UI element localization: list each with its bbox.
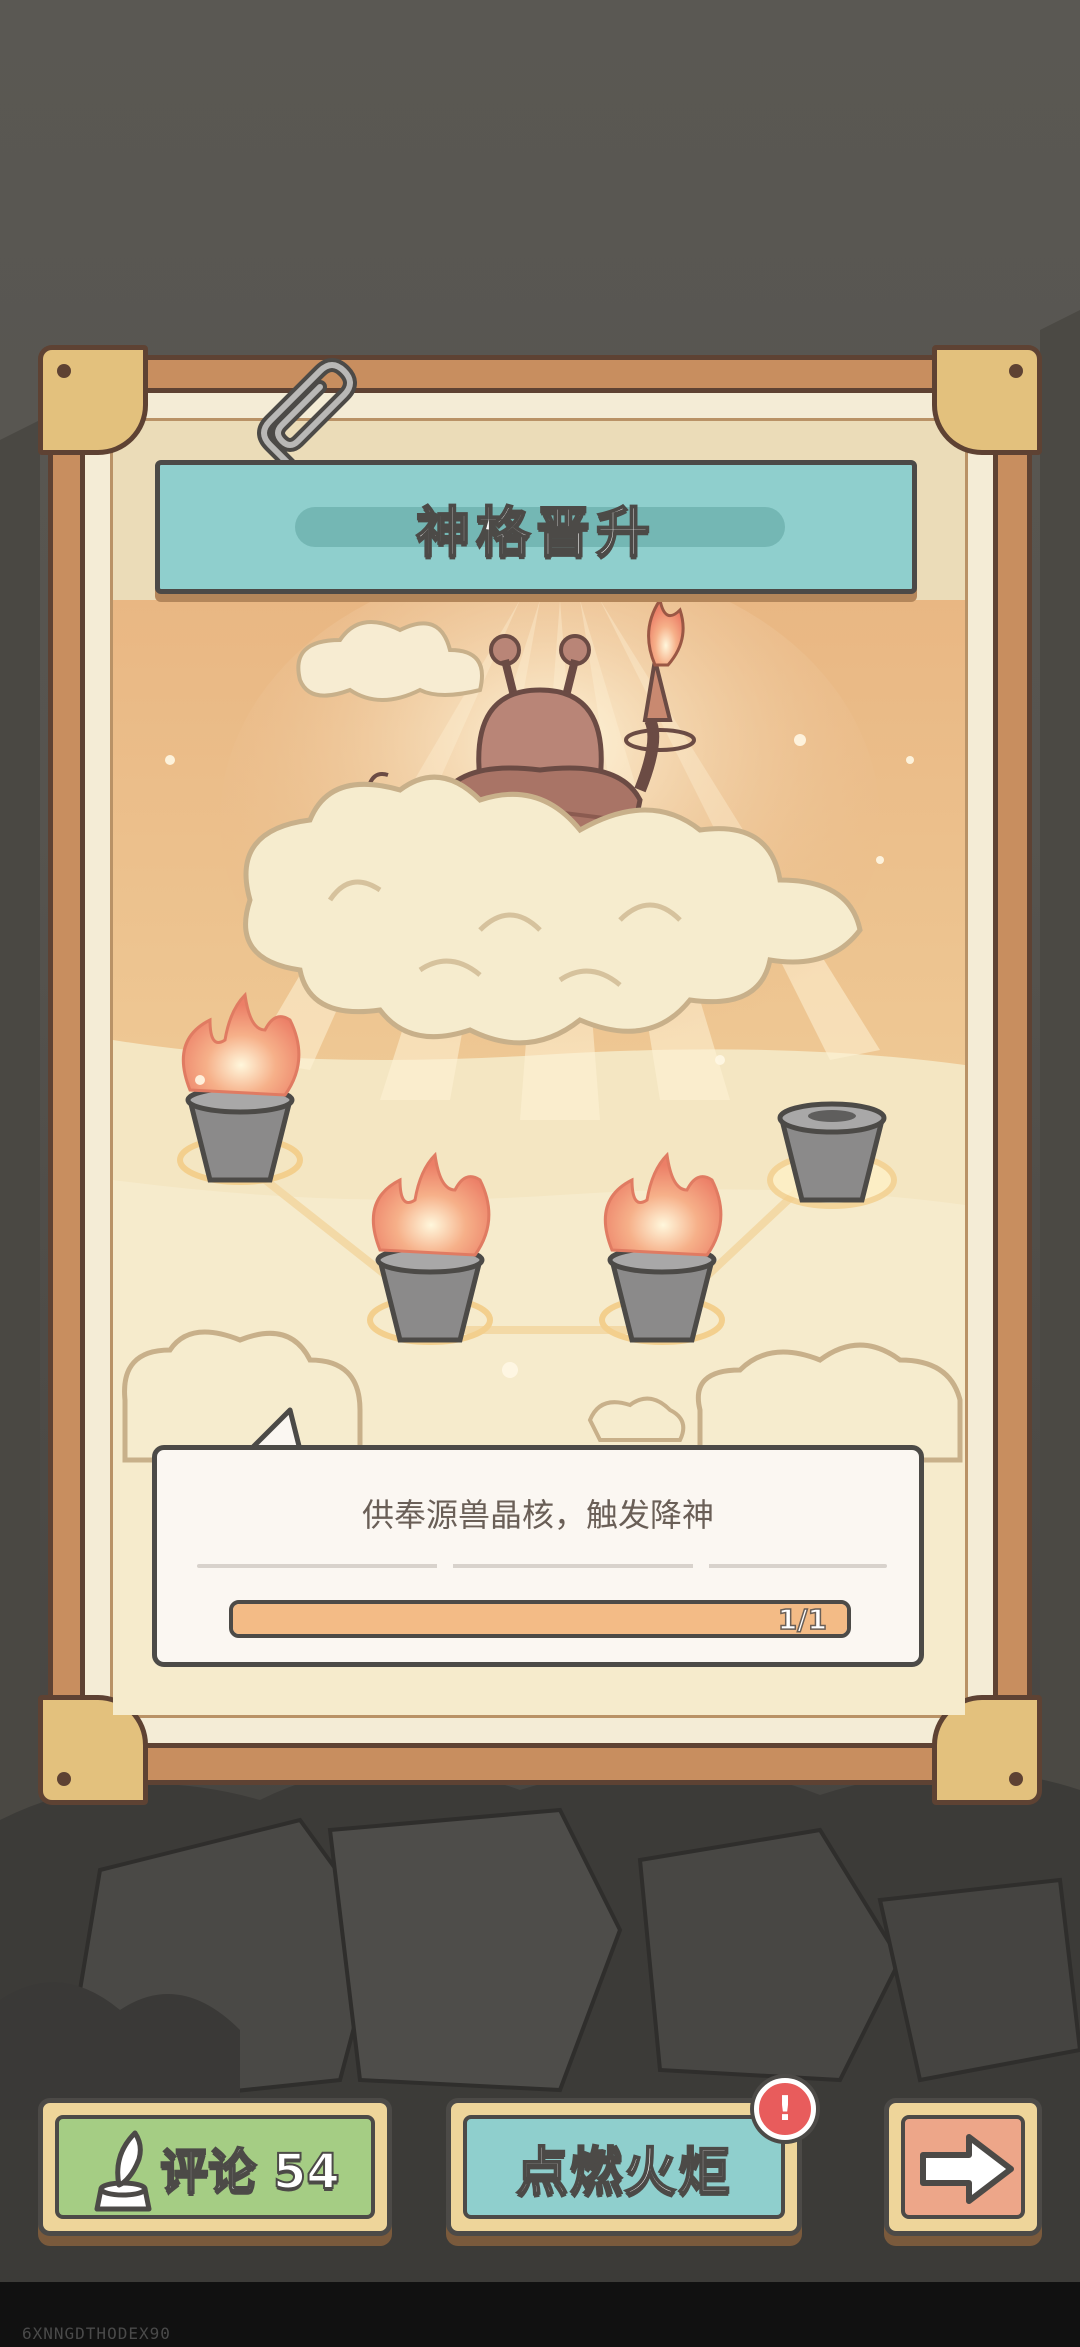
quest-progress-label: 1/1 bbox=[777, 1602, 828, 1636]
paperclip-icon bbox=[257, 358, 357, 472]
frame-corner bbox=[932, 345, 1042, 455]
comment-button[interactable]: 评论 54 bbox=[38, 2098, 392, 2236]
quest-progress-fill bbox=[233, 1604, 847, 1634]
page-title: 神格晋升 bbox=[415, 500, 656, 565]
arrow-right-icon bbox=[920, 2134, 1014, 2204]
quest-description: 供奉源兽晶核，触发降神 bbox=[361, 1496, 714, 1534]
light-torch-button-label: 点燃火炬 bbox=[515, 2142, 732, 2204]
title-banner: 神格晋升 bbox=[155, 460, 917, 594]
quest-dialog: 供奉源兽晶核，触发降神 1/1 bbox=[152, 1445, 924, 1667]
frame-corner bbox=[38, 345, 148, 455]
quill-icon bbox=[94, 2130, 152, 2212]
divider bbox=[197, 1564, 887, 1568]
quest-progress-bar: 1/1 bbox=[229, 1600, 851, 1638]
comment-button-label: 评论 54 bbox=[159, 2143, 341, 2201]
frame-corner bbox=[38, 1695, 148, 1805]
next-button[interactable] bbox=[884, 2098, 1042, 2236]
watermark: 6XNNGDTHODEX90 bbox=[22, 2324, 171, 2343]
light-torch-button[interactable]: 点燃火炬 bbox=[446, 2098, 802, 2236]
alert-badge: ! bbox=[754, 2078, 816, 2140]
frame-corner bbox=[932, 1695, 1042, 1805]
game-screen: 神格晋升 供奉源兽晶核，触发降神 1/1 评论 54 点燃火炬 ! 6XNNGD… bbox=[0, 0, 1080, 2347]
